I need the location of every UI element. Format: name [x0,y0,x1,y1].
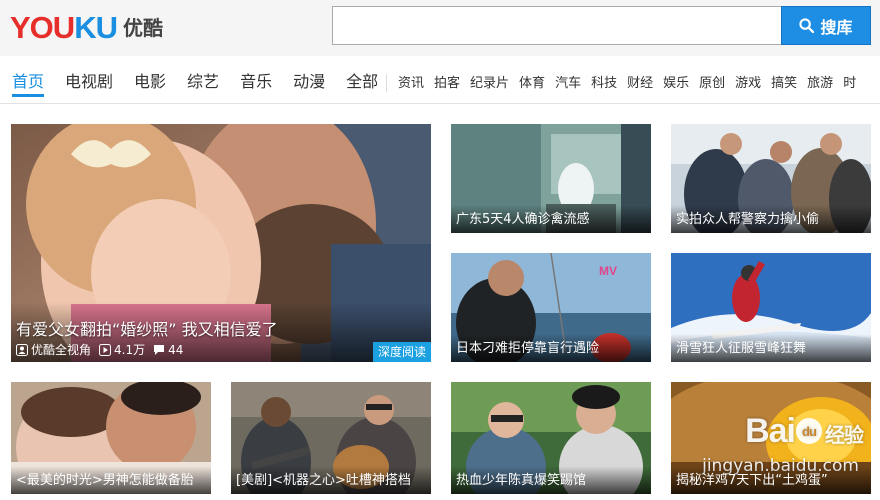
nav-item-tech[interactable]: 科技 [591,74,617,94]
video-tile[interactable]: 滑雪狂人征服雪峰狂舞 [671,253,871,362]
comment-icon [154,344,165,355]
video-caption: [美剧]<机器之心>吐槽神搭档 [231,466,431,494]
deep-read-badge[interactable]: 深度阅读 [372,342,431,362]
search-input[interactable] [332,6,782,45]
video-caption: 揭秘洋鸡7天下出“土鸡蛋” [671,466,871,494]
svg-text:du: du [802,424,817,439]
video-caption: 实拍众人帮警察力擒小偷 [671,205,871,233]
nav-item-anime[interactable]: 动漫 [293,70,325,100]
nav-item-home[interactable]: 首页 [12,70,45,100]
video-tile[interactable]: MV 日本刁难拒停靠盲行遇险 [451,253,651,362]
nav-item-news[interactable]: 资讯 [398,74,424,94]
video-tile[interactable]: 实拍众人帮警察力擒小偷 [671,124,871,233]
nav-item-variety[interactable]: 综艺 [187,70,219,100]
video-caption: 滑雪狂人征服雪峰狂舞 [671,334,871,362]
video-caption: 日本刁难拒停靠盲行遇险 [451,334,651,362]
baidu-watermark-logo: Bai du 经验 [745,412,864,450]
channel-nav: 首页 电视剧 电影 综艺 音乐 动漫 全部 资讯 拍客 纪录片 体育 汽车 科技… [0,56,880,104]
youku-logo[interactable]: YOUKU 优酷 [10,10,163,46]
nav-item-sports[interactable]: 体育 [519,74,545,94]
nav-item-funny[interactable]: 搞笑 [771,74,797,94]
nav-item-original[interactable]: 原创 [699,74,725,94]
nav-item-finance[interactable]: 财经 [627,74,653,94]
video-tile[interactable]: 热血少年陈真爆笑踢馆 [451,382,651,494]
svg-text:MV: MV [599,264,617,278]
search-button-label: 搜库 [820,17,853,37]
video-caption: 热血少年陈真爆笑踢馆 [451,466,651,494]
user-icon [16,343,28,356]
nav-item-fashion[interactable]: 时 [843,74,856,94]
video-tile[interactable]: Baidu经验 jingyan.baidu.com 揭秘洋鸡7天下出“土鸡蛋” [671,382,871,494]
nav-item-entertainment[interactable]: 娱乐 [663,74,689,94]
nav-divider [386,74,387,92]
video-tile[interactable]: [美剧]<机器之心>吐槽神搭档 [231,382,431,494]
logo-wordmark: YOUKU [10,10,118,45]
featured-title: 有爱父女翻拍“婚纱照” 我又相信爱了 [16,320,278,339]
featured-meta: 优酷全视角 4.1万 44 [16,341,191,358]
video-caption: 广东5天4人确诊禽流感 [451,205,651,233]
nav-item-travel[interactable]: 旅游 [807,74,833,94]
featured-channel: 优酷全视角 [31,343,92,357]
nav-item-movie[interactable]: 电影 [134,70,166,100]
video-tile[interactable]: 广东5天4人确诊禽流感 [451,124,651,233]
play-icon [99,343,112,356]
video-tile[interactable]: <最美的时光>男神怎能做备胎 [11,382,211,494]
top-bar: YOUKU 优酷 搜库 [0,0,880,56]
search-icon [799,18,815,33]
nav-item-auto[interactable]: 汽车 [555,74,581,94]
sub-nav: 资讯 拍客 纪录片 体育 汽车 科技 财经 娱乐 原创 游戏 搞笑 旅游 时 [398,74,866,94]
main-nav: 首页 电视剧 电影 综艺 音乐 动漫 全部 [12,70,399,100]
nav-item-paike[interactable]: 拍客 [434,74,460,94]
nav-item-all[interactable]: 全部 [346,70,378,100]
logo-chinese: 优酷 [122,16,163,40]
nav-item-documentary[interactable]: 纪录片 [470,74,509,94]
search-button[interactable]: 搜库 [781,6,871,45]
nav-item-games[interactable]: 游戏 [735,74,761,94]
featured-comments: 44 [168,342,184,357]
nav-item-music[interactable]: 音乐 [240,70,272,100]
featured-video-tile[interactable]: 有爱父女翻拍“婚纱照” 我又相信爱了 优酷全视角 4.1万 44 深度阅读 [11,124,431,362]
nav-item-tv[interactable]: 电视剧 [65,70,113,100]
video-caption: <最美的时光>男神怎能做备胎 [11,466,211,494]
featured-plays: 4.1万 [114,343,146,357]
paw-icon: du [796,418,822,444]
